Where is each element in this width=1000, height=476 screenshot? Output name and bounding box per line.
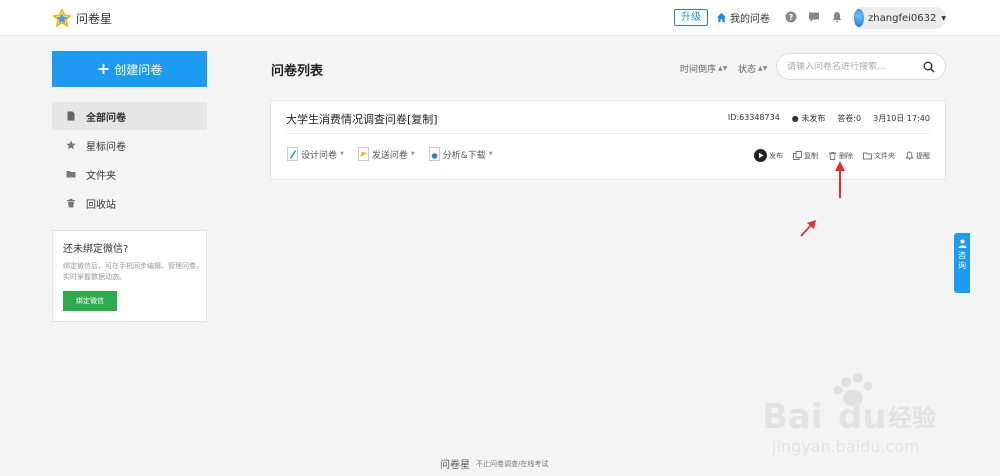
sort-arrows-icon: ▲▼ <box>718 65 728 72</box>
search-input[interactable] <box>787 61 917 72</box>
remind-label: 提醒 <box>916 151 930 160</box>
survey-status: ● 未发布 <box>791 114 826 123</box>
baidu-jingyan-watermark: Bai du 经验 jingyan.baidu.com <box>762 373 936 456</box>
send-doc-icon <box>357 147 369 161</box>
sidebar-item-label: 星标问卷 <box>86 141 126 153</box>
search-icon[interactable] <box>923 61 935 73</box>
sort-time-dropdown[interactable]: 时间倒序 ▲▼ <box>680 62 727 75</box>
create-survey-button[interactable]: + 创建问卷 <box>52 51 207 87</box>
design-survey-label: 设计问卷 <box>301 150 338 161</box>
analyze-download-label: 分析&下载 <box>442 150 486 161</box>
survey-primary-actions: 设计问卷 ▼ 发送问卷 ▼ 分析&下载 ▼ <box>287 147 493 161</box>
chevron-down-icon: ▼ <box>340 151 344 157</box>
survey-date: 3月10日 17:40 <box>873 114 930 123</box>
avatar <box>854 9 865 27</box>
folder-label: 文件夹 <box>874 151 895 160</box>
sidebar-item-label: 回收站 <box>86 199 116 211</box>
sidebar-nav: 全部问卷 星标问卷 文件夹 回收站 <box>52 102 207 218</box>
create-survey-label: 创建问卷 <box>114 62 163 77</box>
username: zhangfei0632 <box>868 12 937 24</box>
survey-status-label: 未发布 <box>801 114 826 123</box>
survey-title[interactable]: 大学生消费情况调查问卷[复制] <box>286 111 438 127</box>
publish-button[interactable]: 发布 <box>754 149 783 162</box>
analyze-download-button[interactable]: 分析&下载 ▼ <box>428 147 493 161</box>
sidebar-item-folder[interactable]: 文件夹 <box>52 160 207 188</box>
chevron-down-icon: ▼ <box>410 151 415 157</box>
app-name: 问卷星 <box>76 11 113 26</box>
bell-icon <box>905 151 914 160</box>
sort-time-label: 时间倒序 <box>680 65 717 75</box>
wechat-card-desc: 绑定微信后，可在手机同步编辑、管理问卷，实时掌握数据动态。 <box>63 262 203 281</box>
delete-button[interactable]: 删除 <box>828 151 853 161</box>
sidebar-item-label: 全部问卷 <box>86 112 126 124</box>
sidebar-item-trash[interactable]: 回收站 <box>52 189 207 217</box>
trash-icon <box>67 198 75 208</box>
sidebar-item-all-surveys[interactable]: 全部问卷 <box>52 102 207 130</box>
help-icon[interactable]: ? <box>785 11 797 23</box>
page-title: 问卷列表 <box>271 64 324 79</box>
bind-wechat-button[interactable]: 绑定微信 <box>63 291 117 311</box>
search-box <box>776 53 946 80</box>
sidebar-item-label: 文件夹 <box>86 170 116 182</box>
wechat-card-title: 还未绑定微信? <box>63 244 129 255</box>
send-survey-label: 发送问卷 <box>371 150 408 161</box>
svg-text:du: du <box>838 397 887 437</box>
person-icon <box>958 239 966 248</box>
bell-icon[interactable] <box>831 11 843 23</box>
message-icon[interactable] <box>808 11 820 23</box>
footer: 问卷星 不止问卷调查/在线考试 <box>440 456 549 472</box>
app-logo[interactable]: 问卷星 <box>52 8 112 28</box>
svg-text:经验: 经验 <box>888 404 936 432</box>
annotation-arrow-up-icon <box>835 161 845 198</box>
plus-icon: + <box>96 59 111 78</box>
star-icon <box>66 140 76 150</box>
user-menu[interactable]: zhangfei0632 ▼ <box>852 7 946 29</box>
survey-meta: ID:63348734 ● 未发布 答卷:0 3月10日 17:40 <box>728 113 930 124</box>
footer-logo: 问卷星 <box>440 460 470 471</box>
document-icon <box>67 111 75 121</box>
svg-text:jingyan.baidu.com: jingyan.baidu.com <box>771 437 920 456</box>
design-doc-icon <box>287 147 298 161</box>
sort-arrows-icon: ▲▼ <box>758 65 768 72</box>
delete-label: 删除 <box>839 151 853 160</box>
status-filter-dropdown[interactable]: 状态 ▲▼ <box>738 62 767 75</box>
send-survey-button[interactable]: 发送问卷 ▼ <box>357 147 415 161</box>
annotation-arrow-diagonal-icon <box>800 220 816 237</box>
move-folder-button[interactable]: 文件夹 <box>863 151 895 161</box>
svg-text:?: ? <box>789 13 794 22</box>
survey-answers: 答卷:0 <box>837 114 862 123</box>
sidebar-item-starred[interactable]: 星标问卷 <box>52 131 207 159</box>
status-filter-label: 状态 <box>738 65 757 75</box>
remind-button[interactable]: 提醒 <box>905 151 930 161</box>
upgrade-button[interactable]: 升级 <box>674 9 708 26</box>
copy-label: 复制 <box>804 151 818 160</box>
chevron-down-icon: ▼ <box>941 14 946 22</box>
consult-float-button[interactable]: 咨询 <box>954 233 970 293</box>
survey-id: ID:63348734 <box>727 113 780 122</box>
star-logo-icon <box>52 8 72 27</box>
wechat-bind-card: 还未绑定微信? 绑定微信后，可在手机同步编辑、管理问卷，实时掌握数据动态。 绑定… <box>52 230 207 322</box>
card-divider <box>286 133 930 134</box>
top-navbar: 问卷星 升级 我的问卷 ? zhangfei0632 ▼ <box>0 0 1000 36</box>
home-icon <box>716 12 727 23</box>
folder-icon <box>863 152 872 160</box>
copy-icon <box>793 151 802 160</box>
analysis-doc-icon <box>428 147 440 161</box>
consult-label: 咨询 <box>958 251 966 270</box>
folder-icon <box>66 171 76 178</box>
publish-label: 发布 <box>769 151 783 160</box>
design-survey-button[interactable]: 设计问卷 ▼ <box>287 147 344 161</box>
my-surveys-link[interactable]: 我的问卷 <box>716 10 770 25</box>
copy-button[interactable]: 复制 <box>793 151 818 161</box>
play-icon <box>754 149 767 162</box>
footer-slogan: 不止问卷调查/在线考试 <box>476 459 549 468</box>
chevron-down-icon: ▼ <box>488 151 493 157</box>
trash-icon <box>829 152 836 160</box>
svg-text:Bai: Bai <box>762 397 823 437</box>
my-surveys-label: 我的问卷 <box>730 14 770 25</box>
